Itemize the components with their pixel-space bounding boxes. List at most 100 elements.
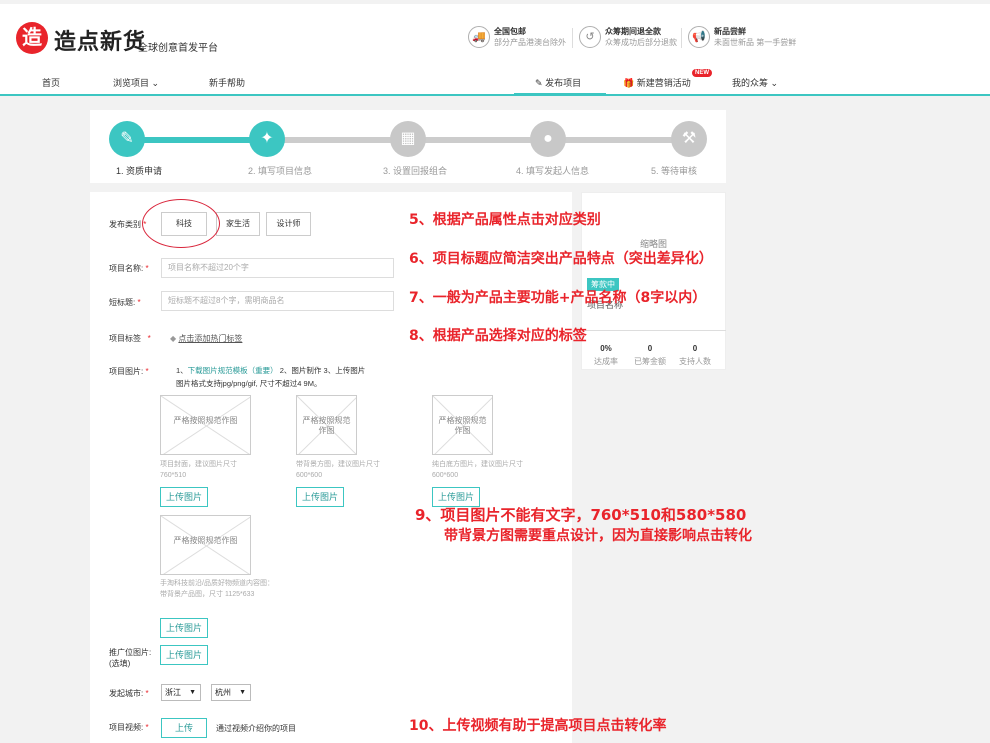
image-slot-caption: 手淘科技前沿/品质好物频道内容图：带背景产品图，尺寸 1125*633 [160,580,274,598]
dropdown-arrow-icon: ▼ [189,689,196,696]
category-designer-button[interactable]: 设计师 [266,212,311,236]
annotation-circle [142,199,220,248]
logo-icon[interactable]: 造 [16,22,48,54]
annotation-9-line2: 带背景方图需要重点设计，因为直接影响点击转化 [444,528,752,544]
image-slot-placeholder: 严格按照规范作图 [302,416,351,435]
images-label: 项目图片: * [109,366,149,377]
stat-value: 0 [692,344,698,353]
chevron-down-icon: ⌄ [770,78,779,88]
image-slot-cover[interactable]: 严格按照规范作图 [160,395,251,455]
title-label: 项目名称: * [109,263,149,274]
nav-marketing[interactable]: 🎁 新建营销活动 [623,76,691,89]
promise-sub: 部分产品港澳台除外 [494,38,566,47]
nav-browse[interactable]: 浏览项目 ⌄ [113,76,159,89]
annotation-7: 7、一般为产品主要功能+产品名称（8字以内） [409,290,707,306]
nav-newbie-help[interactable]: 新手帮助 [209,76,245,89]
top-strip [0,0,990,4]
step-line-done [127,137,267,143]
upload-video-button[interactable]: 上传 [161,718,207,738]
city-label: 发起城市: * [109,688,149,699]
upload-channel-button[interactable]: 上传图片 [160,618,208,638]
images-hint-line2: 图片格式支持jpg/png/gif, 尺寸不超过4 9M。 [176,379,322,388]
step-3-gift-icon: ▦ [390,121,426,157]
stat-key: 达成率 [594,357,618,366]
image-slot-white-square[interactable]: 严格按照规范作图 [432,395,493,455]
stat-backers: 0 支持人数 [671,344,719,367]
city-value: 杭州 [215,688,231,697]
images-hint-steps: 2、图片制作 3、上传图片 [279,366,366,375]
video-label: 项目视频: * [109,722,149,733]
annotation-10: 10、上传视频有助于提高项目点击转化率 [409,718,667,734]
stat-rate: 0% 达成率 [582,344,630,367]
nav-publish[interactable]: ✎ 发布项目 [535,76,581,89]
megaphone-icon: 📢 [688,26,710,48]
nav-my-label: 我的众筹 [732,78,769,88]
add-tag-link-text: 点击添加热门标签 [178,334,243,343]
step-4-person-icon: ● [530,121,566,157]
annotation-5: 5、根据产品属性点击对应类别 [409,212,601,228]
step-2-lightbulb-icon: ✦ [249,121,285,157]
tags-label-text: 项目标签 [109,334,141,343]
province-value: 浙江 [165,688,181,697]
images-hint-prefix: 1、 [176,366,188,375]
required-star: * [145,264,149,273]
step-3-label: 3. 设置回报组合 [383,166,448,176]
step-1-document-icon: ✎ [109,121,145,157]
stat-key: 支持人数 [679,357,711,366]
category-home-button[interactable]: 家生活 [216,212,260,236]
upload-promo-button[interactable]: 上传图片 [160,645,208,665]
image-slot-placeholder: 严格按照规范作图 [173,536,238,545]
nav-browse-label: 浏览项目 [113,78,150,88]
tags-label: 项目标签 * [109,333,151,344]
step-4-label: 4. 填写发起人信息 [516,166,590,176]
promo-image-label-text: 推广位图片: [109,648,152,657]
required-star: * [137,298,141,307]
divider [581,330,726,331]
promise-sub: 众筹成功后部分退款 [605,38,677,47]
image-slot-channel[interactable]: 严格按照规范作图 [160,515,251,575]
image-slot-placeholder: 严格按照规范作图 [438,416,487,435]
step-2-label: 2. 填写项目信息 [248,166,313,176]
stat-value: 0 [647,344,653,353]
upload-bg-square-button[interactable]: 上传图片 [296,487,344,507]
edit-icon: ✎ [535,78,543,88]
city-select[interactable]: 杭州 ▼ [211,684,251,701]
logo-text[interactable]: 造点新货 [54,24,146,56]
city-label-text: 发起城市: [109,689,144,698]
images-hint-line1: 1、下载图片规范模板（重要） 2、图片制作 3、上传图片 [176,365,365,376]
new-badge: NEW [692,69,712,77]
dropdown-arrow-icon: ▼ [239,689,246,696]
required-star: * [145,723,149,732]
image-slot-caption: 纯白底方图片，建议图片尺寸 600*600 [432,461,523,479]
annotation-9-line1: 9、项目图片不能有文字，760*510和580*580 [415,506,747,524]
image-slot-bg-square[interactable]: 严格按照规范作图 [296,395,357,455]
upload-cover-button[interactable]: 上传图片 [160,487,208,507]
video-label-text: 项目视频: [109,723,144,732]
short-title-label-text: 短标题: [109,298,136,307]
step-1-label: 1. 资质申请 [116,166,163,176]
province-select[interactable]: 浙江 ▼ [161,684,201,701]
stat-raised: 0 已筹金额 [626,344,674,367]
promise-title: 全国包邮 [494,27,526,36]
step-5-gavel-icon: ⚒ [671,121,707,157]
download-template-link[interactable]: 下载图片规范模板（重要） [188,366,278,375]
nav-publish-label: 发布项目 [545,78,582,88]
promise-sub: 未面世新品 第一手尝鲜 [714,38,797,47]
promo-image-optional: (选填) [109,659,131,668]
stat-value: 0% [600,344,612,353]
short-title-input[interactable]: 短标题不超过8个字，需明商品名 [161,291,394,311]
category-label: 发布类别 * [109,219,146,230]
truck-icon: 🚚 [468,26,490,48]
tag-icon: ◆ [170,334,177,343]
stat-key: 已筹金额 [634,357,666,366]
nav-home[interactable]: 首页 [42,76,60,89]
nav-my-crowdfunding[interactable]: 我的众筹 ⌄ [732,76,778,89]
images-label-text: 项目图片: [109,367,144,376]
promo-image-label: 推广位图片: (选填) [109,647,151,669]
image-slot-placeholder: 严格按照规范作图 [173,416,238,425]
title-input[interactable]: 项目名称不超过20个字 [161,258,394,278]
add-tag-link[interactable]: ◆ 点击添加热门标签 [170,333,242,344]
gift-icon: 🎁 [623,78,635,88]
chevron-down-icon: ⌄ [151,78,160,88]
image-slot-caption: 项目封面，建议图片尺寸 760*510 [160,461,237,479]
